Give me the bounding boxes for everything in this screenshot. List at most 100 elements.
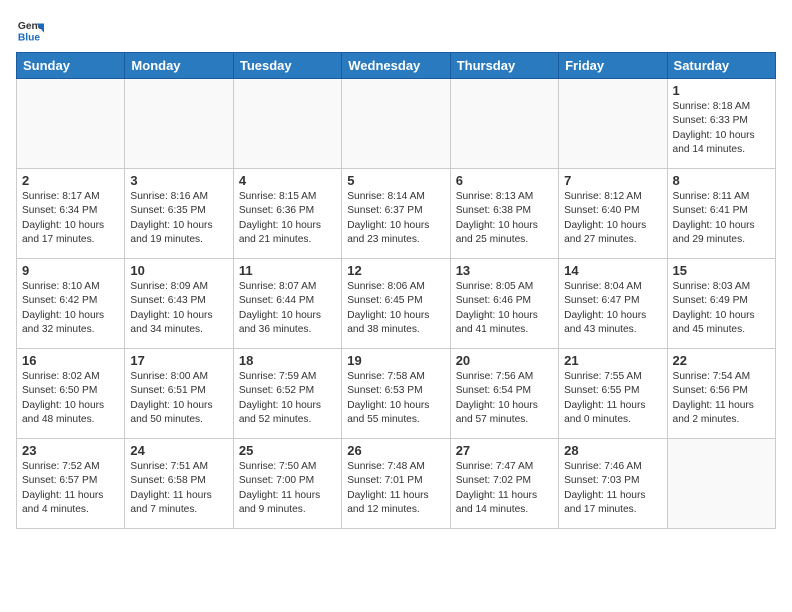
day-number: 17 [130, 353, 227, 368]
day-info: Sunrise: 8:09 AM Sunset: 6:43 PM Dayligh… [130, 280, 227, 337]
day-number: 10 [130, 263, 227, 278]
calendar-day: 12Sunrise: 8:06 AM Sunset: 6:45 PM Dayli… [342, 259, 450, 349]
calendar-day: 28Sunrise: 7:46 AM Sunset: 7:03 PM Dayli… [559, 439, 667, 529]
day-number: 5 [347, 173, 444, 188]
calendar-day: 17 Sunrise: 8:00 AM Sunset: 6:51 PM Dayli… [125, 349, 233, 439]
calendar-day [233, 79, 341, 169]
calendar-week-5: 23Sunrise: 7:52 AM Sunset: 6:57 PM Dayli… [17, 439, 776, 529]
calendar-day: 4 Sunrise: 8:15 AM Sunset: 6:36 PM Daylig… [233, 169, 341, 259]
day-info: Sunrise: 8:15 AM Sunset: 6:36 PM Dayligh… [239, 190, 336, 247]
day-info: Sunrise: 8:13 AM Sunset: 6:38 PM Dayligh… [456, 190, 553, 247]
calendar-day: 8Sunrise: 8:11 AM Sunset: 6:41 PM Daylig… [667, 169, 775, 259]
day-number: 26 [347, 443, 444, 458]
calendar-day: 20 Sunrise: 7:56 AM Sunset: 6:54 PM Dayli… [450, 349, 558, 439]
calendar-day: 1 Sunrise: 8:18 AM Sunset: 6:33 PM Daylig… [667, 79, 775, 169]
calendar-week-4: 16 Sunrise: 8:02 AM Sunset: 6:50 PM Dayli… [17, 349, 776, 439]
calendar-body: 1 Sunrise: 8:18 AM Sunset: 6:33 PM Daylig… [17, 79, 776, 529]
day-info: Sunrise: 8:12 AM Sunset: 6:40 PM Dayligh… [564, 190, 661, 247]
day-number: 15 [673, 263, 770, 278]
day-info: Sunrise: 7:55 AM Sunset: 6:55 PM Dayligh… [564, 370, 661, 427]
calendar-day [667, 439, 775, 529]
calendar-day: 14 Sunrise: 8:04 AM Sunset: 6:47 PM Dayli… [559, 259, 667, 349]
calendar-day: 15 Sunrise: 8:03 AM Sunset: 6:49 PM Dayli… [667, 259, 775, 349]
calendar-day: 9Sunrise: 8:10 AM Sunset: 6:42 PM Daylig… [17, 259, 125, 349]
calendar-header: SundayMondayTuesdayWednesdayThursdayFrid… [17, 53, 776, 79]
calendar-day: 11 Sunrise: 8:07 AM Sunset: 6:44 PM Dayli… [233, 259, 341, 349]
calendar-day: 3 Sunrise: 8:16 AM Sunset: 6:35 PM Daylig… [125, 169, 233, 259]
day-info: Sunrise: 7:50 AM Sunset: 7:00 PM Dayligh… [239, 460, 336, 517]
day-info: Sunrise: 8:05 AM Sunset: 6:46 PM Dayligh… [456, 280, 553, 337]
calendar-day: 16 Sunrise: 8:02 AM Sunset: 6:50 PM Dayli… [17, 349, 125, 439]
day-info: Sunrise: 7:48 AM Sunset: 7:01 PM Dayligh… [347, 460, 444, 517]
day-info: Sunrise: 8:03 AM Sunset: 6:49 PM Dayligh… [673, 280, 770, 337]
day-number: 13 [456, 263, 553, 278]
weekday-header-thursday: Thursday [450, 53, 558, 79]
calendar-day: 21 Sunrise: 7:55 AM Sunset: 6:55 PM Dayli… [559, 349, 667, 439]
calendar-week-2: 2 Sunrise: 8:17 AM Sunset: 6:34 PM Daylig… [17, 169, 776, 259]
day-info: Sunrise: 7:58 AM Sunset: 6:53 PM Dayligh… [347, 370, 444, 427]
calendar-day [450, 79, 558, 169]
calendar-week-1: 1 Sunrise: 8:18 AM Sunset: 6:33 PM Daylig… [17, 79, 776, 169]
calendar-day: 13 Sunrise: 8:05 AM Sunset: 6:46 PM Dayli… [450, 259, 558, 349]
calendar-day [559, 79, 667, 169]
logo-icon: General Blue [16, 16, 44, 44]
calendar-day: 26 Sunrise: 7:48 AM Sunset: 7:01 PM Dayli… [342, 439, 450, 529]
day-info: Sunrise: 8:11 AM Sunset: 6:41 PM Dayligh… [673, 190, 770, 247]
calendar-day: 22 Sunrise: 7:54 AM Sunset: 6:56 PM Dayli… [667, 349, 775, 439]
weekday-header-wednesday: Wednesday [342, 53, 450, 79]
weekday-header-row: SundayMondayTuesdayWednesdayThursdayFrid… [17, 53, 776, 79]
calendar-day [125, 79, 233, 169]
calendar-week-3: 9Sunrise: 8:10 AM Sunset: 6:42 PM Daylig… [17, 259, 776, 349]
calendar-day: 25 Sunrise: 7:50 AM Sunset: 7:00 PM Dayli… [233, 439, 341, 529]
day-number: 4 [239, 173, 336, 188]
day-number: 22 [673, 353, 770, 368]
calendar-day: 2 Sunrise: 8:17 AM Sunset: 6:34 PM Daylig… [17, 169, 125, 259]
day-number: 7 [564, 173, 661, 188]
weekday-header-sunday: Sunday [17, 53, 125, 79]
weekday-header-monday: Monday [125, 53, 233, 79]
weekday-header-tuesday: Tuesday [233, 53, 341, 79]
day-info: Sunrise: 8:00 AM Sunset: 6:51 PM Dayligh… [130, 370, 227, 427]
day-number: 18 [239, 353, 336, 368]
day-info: Sunrise: 8:17 AM Sunset: 6:34 PM Dayligh… [22, 190, 119, 247]
day-info: Sunrise: 7:56 AM Sunset: 6:54 PM Dayligh… [456, 370, 553, 427]
calendar-day: 23Sunrise: 7:52 AM Sunset: 6:57 PM Dayli… [17, 439, 125, 529]
calendar-day [342, 79, 450, 169]
day-number: 3 [130, 173, 227, 188]
day-info: Sunrise: 7:54 AM Sunset: 6:56 PM Dayligh… [673, 370, 770, 427]
day-number: 16 [22, 353, 119, 368]
calendar-day: 10 Sunrise: 8:09 AM Sunset: 6:43 PM Dayli… [125, 259, 233, 349]
day-info: Sunrise: 8:16 AM Sunset: 6:35 PM Dayligh… [130, 190, 227, 247]
calendar-day [17, 79, 125, 169]
day-info: Sunrise: 8:18 AM Sunset: 6:33 PM Dayligh… [673, 100, 770, 157]
calendar-day: 5 Sunrise: 8:14 AM Sunset: 6:37 PM Daylig… [342, 169, 450, 259]
day-number: 21 [564, 353, 661, 368]
day-info: Sunrise: 7:52 AM Sunset: 6:57 PM Dayligh… [22, 460, 119, 517]
day-number: 2 [22, 173, 119, 188]
day-number: 20 [456, 353, 553, 368]
day-number: 1 [673, 83, 770, 98]
calendar-day: 27 Sunrise: 7:47 AM Sunset: 7:02 PM Dayli… [450, 439, 558, 529]
day-number: 11 [239, 263, 336, 278]
day-number: 24 [130, 443, 227, 458]
weekday-header-friday: Friday [559, 53, 667, 79]
page-header: General Blue [16, 16, 776, 44]
day-number: 9 [22, 263, 119, 278]
day-info: Sunrise: 8:14 AM Sunset: 6:37 PM Dayligh… [347, 190, 444, 247]
calendar-day: 6Sunrise: 8:13 AM Sunset: 6:38 PM Daylig… [450, 169, 558, 259]
day-info: Sunrise: 8:02 AM Sunset: 6:50 PM Dayligh… [22, 370, 119, 427]
day-number: 27 [456, 443, 553, 458]
weekday-header-saturday: Saturday [667, 53, 775, 79]
day-number: 25 [239, 443, 336, 458]
calendar-day: 24 Sunrise: 7:51 AM Sunset: 6:58 PM Dayli… [125, 439, 233, 529]
calendar-table: SundayMondayTuesdayWednesdayThursdayFrid… [16, 52, 776, 529]
logo: General Blue [16, 16, 48, 44]
day-number: 28 [564, 443, 661, 458]
day-number: 14 [564, 263, 661, 278]
day-info: Sunrise: 8:04 AM Sunset: 6:47 PM Dayligh… [564, 280, 661, 337]
day-info: Sunrise: 8:07 AM Sunset: 6:44 PM Dayligh… [239, 280, 336, 337]
day-info: Sunrise: 7:47 AM Sunset: 7:02 PM Dayligh… [456, 460, 553, 517]
day-info: Sunrise: 7:51 AM Sunset: 6:58 PM Dayligh… [130, 460, 227, 517]
calendar-day: 18Sunrise: 7:59 AM Sunset: 6:52 PM Dayli… [233, 349, 341, 439]
day-number: 12 [347, 263, 444, 278]
